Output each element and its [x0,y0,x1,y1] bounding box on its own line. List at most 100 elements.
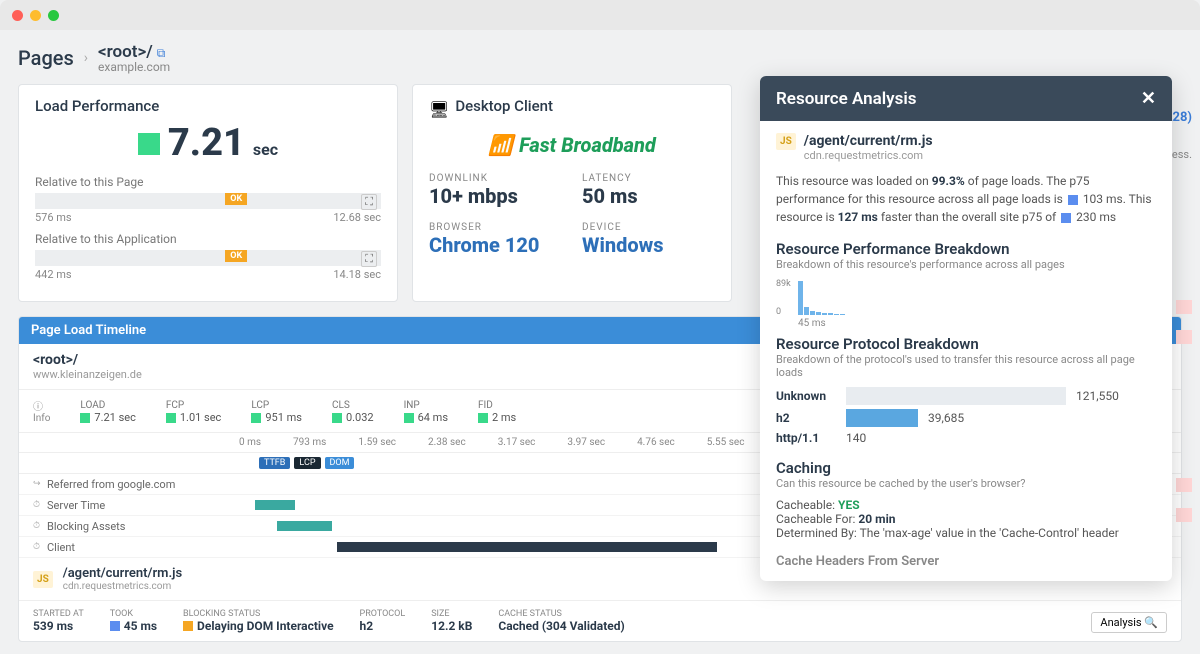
latency-value: 50 ms [582,184,715,208]
behind-bar [1176,508,1192,522]
section-sub: Breakdown of this resource's performance… [776,258,1156,271]
expand-icon[interactable]: ⛶ [361,251,377,267]
resource-analysis-panel: Resource Analysis ✕ JS /agent/current/rm… [760,76,1172,581]
zoom-dot-icon[interactable] [48,10,59,21]
cacheable-value: YES [838,498,860,512]
metric-value: 2 ms [492,411,516,424]
panel-title: Resource Analysis [776,89,1141,109]
resource-domain: cdn.requestmetrics.com [804,149,933,162]
tick: 2.38 sec [428,437,466,448]
protocol-row: Unknown121,550 [776,387,1156,405]
tick: 0 ms [239,437,261,448]
close-dot-icon[interactable] [12,10,23,21]
meta-label: BLOCKING STATUS [183,609,334,619]
row-text: Blocking Assets [47,520,227,533]
metric-value: 64 ms [418,411,448,424]
status-square-icon [251,413,261,423]
rel-min: 576 ms [35,211,72,224]
metric-label: BROWSER [429,222,562,233]
proto-name: h2 [776,411,836,425]
cache-value: Cached (304 Validated) [498,619,624,633]
load-performance-card: Load Performance 7.21 sec Relative to th… [18,84,398,302]
color-chip-icon [1068,195,1078,205]
breadcrumb-domain: example.com [98,60,170,74]
status-square-icon [138,133,160,155]
section-title: Caching [776,459,1156,477]
external-link-icon[interactable]: ⧉ [157,46,166,60]
status-square-icon [404,413,414,423]
section-title: Resource Protocol Breakdown [776,335,1156,353]
metric-value: 1.01 sec [180,411,221,424]
metric-label: LCP [251,400,302,411]
chevron-right-icon: › [84,50,88,66]
proto-count: 121,550 [1076,389,1119,403]
expand-icon[interactable]: ⛶ [361,194,377,210]
behind-bar [1176,478,1192,492]
minimize-dot-icon[interactable] [30,10,41,21]
close-icon[interactable]: ✕ [1141,88,1156,109]
rel-page-label: Relative to this Page [35,175,381,189]
section-title: Resource Performance Breakdown [776,240,1156,258]
proto-name: http/1.1 [776,431,836,445]
window-titlebar [0,0,1200,30]
meta-label: CACHE STATUS [498,609,624,619]
metric-value: 7.21 sec [94,411,135,424]
tick: 1.59 sec [358,437,396,448]
performance-histogram: 89k 0 45 ms [776,279,1156,327]
device-value: Windows [582,233,715,257]
section-sub: Breakdown of the protocol's used to tran… [776,353,1156,379]
section-title: Cache Headers From Server [776,554,1156,569]
metric-label: FCP [166,400,221,411]
clock-icon: ⏱ [33,521,47,531]
lcp-tag: LCP [294,457,320,469]
started-at-value: 539 ms [33,619,73,633]
metric-label: INP [404,400,448,411]
proto-count: 39,685 [928,411,964,425]
metric-label: DOWNLINK [429,173,562,184]
tick: 3.17 sec [498,437,536,448]
tick: 4.76 sec [637,437,675,448]
row-text: Client [47,541,227,554]
metric-label: LOAD [80,400,135,411]
info-icon[interactable]: ⓘ [33,402,43,413]
proto-count: 140 [846,431,866,445]
rel-app-label: Relative to this Application [35,232,381,246]
referrer-icon: ↪ [33,479,47,489]
desktop-client-card: 🖥Desktop Client 📶Fast Broadband DOWNLINK… [412,84,732,302]
rel-min: 442 ms [35,268,72,281]
metric-value: 951 ms [265,411,302,424]
meta-label: PROTOCOL [360,609,406,619]
y-label: 89k [776,279,791,289]
protocol-row: h2 39,685 [776,409,1156,427]
breadcrumb-path[interactable]: <root>/ [98,42,153,62]
analysis-button[interactable]: Analysis 🔍 [1091,612,1167,633]
load-unit: sec [253,140,278,159]
cache-info: Cacheable: YES Cacheable For: 20 min Det… [776,498,1156,540]
color-chip-icon [183,621,193,631]
wifi-icon: 📶 [488,133,513,157]
metric-label: LATENCY [582,173,715,184]
rel-app-bar: OK ⛶ [35,250,381,266]
ok-badge: OK [225,250,247,262]
row-text: Referred from google.com [47,478,227,491]
ttfb-tag: TTFB [259,457,290,469]
meta-label: STARTED AT [33,609,84,619]
downlink-value: 10+ mbps [429,184,562,208]
tick: 793 ms [293,437,326,448]
browser-value: Chrome 120 [429,233,562,257]
status-square-icon [166,413,176,423]
ok-badge: OK [225,193,247,205]
behind-bar [1176,330,1192,344]
meta-label: TOOK [110,609,157,619]
resource-domain: cdn.requestmetrics.com [63,581,182,592]
breadcrumb-root[interactable]: Pages [18,46,74,70]
determined-by-value: The 'max-age' value in the 'Cache-Contro… [860,526,1119,540]
desktop-icon: 🖥 [429,100,449,119]
resource-description: This resource was loaded on 99.3% of pag… [776,172,1156,226]
status-square-icon [80,413,90,423]
clock-icon: ⏱ [33,542,47,552]
connection-headline: Fast Broadband [519,133,656,157]
info-label: Info [33,413,50,424]
x-label: 45 ms [798,318,826,329]
blocking-value: Delaying DOM Interactive [197,619,334,633]
